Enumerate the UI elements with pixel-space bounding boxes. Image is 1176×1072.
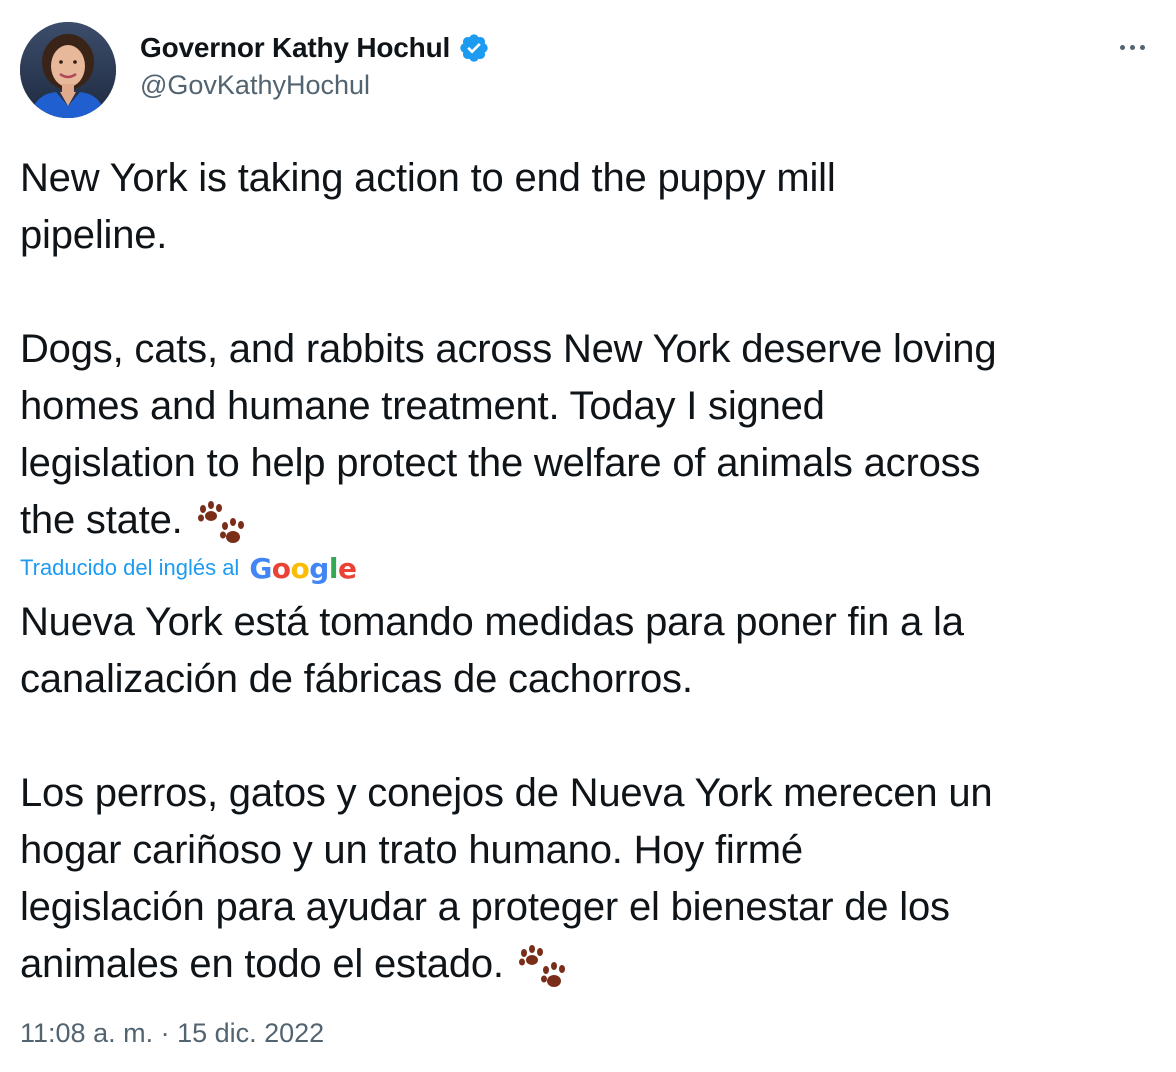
more-options-icon[interactable]	[1112, 32, 1152, 62]
tweet-line: Dogs, cats, and rabbits across New York …	[20, 327, 997, 371]
tweet-line: legislation to help protect the welfare …	[20, 441, 981, 485]
tweet-line: homes and humane treatment. Today I sign…	[20, 384, 825, 428]
display-name-row: Governor Kathy Hochul	[140, 28, 490, 68]
tweet-line: pipeline.	[20, 213, 168, 257]
tweet-timestamp[interactable]: 11:08 a. m. · 15 dic. 2022	[20, 1018, 324, 1049]
tweet-line: New York is taking action to end the pup…	[20, 156, 836, 200]
translated-line: legislación para ayudar a proteger el bi…	[20, 885, 950, 929]
paw-prints-icon	[197, 501, 244, 543]
translation-attribution: Traducido del inglés al Google	[20, 548, 357, 588]
tweet-header: Governor Kathy Hochul @GovKathyHochul	[20, 22, 1156, 118]
translated-line: canalización de fábricas de cachorros.	[20, 657, 693, 701]
tweet-text: New York is taking action to end the pup…	[20, 150, 1160, 549]
google-logo: Google	[249, 551, 357, 585]
translated-line: Los perros, gatos y conejos de Nueva Yor…	[20, 771, 993, 815]
tweet-line: the state.	[20, 498, 183, 542]
display-name[interactable]: Governor Kathy Hochul	[140, 32, 450, 64]
translated-from-label[interactable]: Traducido del inglés al	[20, 555, 239, 581]
author-info: Governor Kathy Hochul @GovKathyHochul	[140, 28, 490, 101]
translated-line: hogar cariñoso y un trato humano. Hoy fi…	[20, 828, 803, 872]
profile-photo-icon	[20, 22, 116, 118]
paw-prints-icon	[518, 945, 565, 987]
translated-line: animales en todo el estado.	[20, 942, 504, 986]
user-handle[interactable]: @GovKathyHochul	[140, 70, 490, 101]
translated-line: Nueva York está tomando medidas para pon…	[20, 600, 964, 644]
translated-text: Nueva York está tomando medidas para pon…	[20, 594, 1160, 993]
tweet: Governor Kathy Hochul @GovKathyHochul Ne…	[0, 0, 1176, 1072]
avatar[interactable]	[20, 22, 116, 118]
verified-badge-icon	[460, 34, 488, 62]
